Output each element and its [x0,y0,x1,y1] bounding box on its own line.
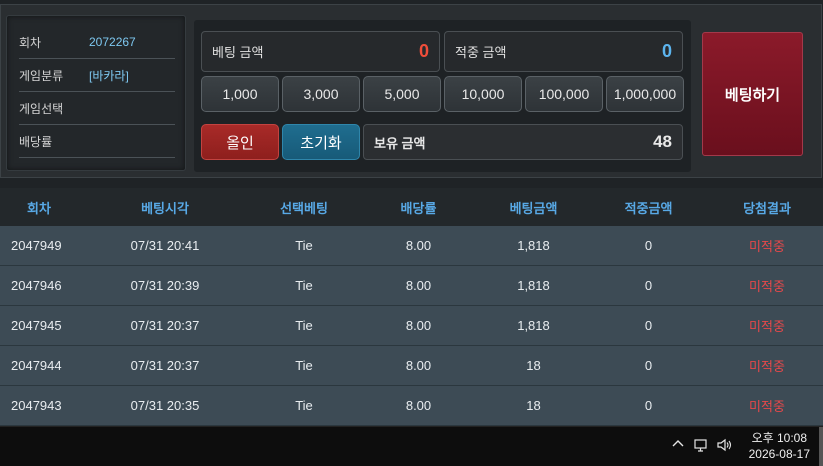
cell-bet-amount: 1,818 [517,278,550,293]
cell-win-amount: 0 [644,278,653,293]
round-value: 2072267 [89,35,136,49]
cell-bet-amount: 1,818 [517,238,550,253]
cell-win-amount: 0 [644,398,653,413]
win-amount-value: 0 [661,41,672,61]
cell-bet-time: 07/31 20:37 [130,318,200,333]
clock-time: 오후 10:08 [751,431,808,445]
cell-bet-amount: 18 [526,398,541,413]
cell-result: 미적중 [749,279,785,294]
bet-controls: 베팅 금액 0 적중 금액 0 1,000 3,000 5,000 10,000… [194,20,691,172]
header-win-amount: 적중금액 [624,200,673,216]
odds-label: 배당률 [19,134,53,149]
bet-amount-box: 베팅 금액 0 [201,31,440,72]
cell-selection: Tie [295,318,313,333]
cell-odds: 8.00 [405,238,432,253]
system-clock[interactable]: 오후 10:08 2026-08-17 [749,430,810,462]
category-label: 게임분류 [19,68,64,83]
chip-button-1000000[interactable]: 1,000,000 [606,76,684,112]
win-amount-label: 적중 금액 [455,45,507,60]
cell-win-amount: 0 [644,318,653,333]
cell-bet-amount: 18 [526,358,541,373]
bet-history-table: 회차 베팅시각 선택베팅 배당률 베팅금액 적중금액 당첨결과 2047949 … [0,188,823,426]
cell-result: 미적중 [749,239,785,254]
betting-panel: 회차 2072267 게임분류 [바카라] 게임선택 배당률 베팅 금액 0 적… [0,4,822,178]
cell-result: 미적중 [749,319,785,334]
info-row-category: 게임분류 [바카라] [19,59,175,92]
cell-result: 미적중 [749,399,785,414]
info-row-round: 회차 2072267 [19,26,175,59]
header-bet-time: 베팅시각 [141,200,189,216]
header-bet-amount: 베팅금액 [509,200,558,216]
game-info-box: 회차 2072267 게임분류 [바카라] 게임선택 배당률 [6,15,186,171]
cell-round: 2047946 [11,278,62,293]
cell-bet-time: 07/31 20:35 [130,398,200,413]
chip-button-10000[interactable]: 10,000 [444,76,522,112]
cell-round: 2047949 [11,238,62,253]
header-odds: 배당률 [400,200,437,216]
balance-value: 48 [653,132,672,151]
cell-bet-amount: 1,818 [517,318,550,333]
category-value: [바카라] [89,68,129,83]
table-row: 2047946 07/31 20:39 Tie 8.00 1,818 0 미적중 [0,266,823,306]
win-amount-box: 적중 금액 0 [444,31,683,72]
clock-date: 2026-08-17 [748,447,810,461]
cell-round: 2047944 [11,358,62,373]
cell-selection: Tie [295,278,313,293]
header-selection: 선택베팅 [280,200,328,216]
cell-round: 2047945 [11,318,62,333]
info-row-odds: 배당률 [19,125,175,158]
chip-button-5000[interactable]: 5,000 [363,76,441,112]
cell-odds: 8.00 [405,318,432,333]
table-row: 2047943 07/31 20:35 Tie 8.00 18 0 미적중 [0,386,823,426]
table-header: 회차 베팅시각 선택베팅 배당률 베팅금액 적중금액 당첨결과 [0,188,823,226]
reset-button[interactable]: 초기화 [282,124,360,160]
cell-selection: Tie [295,398,313,413]
chip-button-100000[interactable]: 100,000 [525,76,603,112]
cell-selection: Tie [295,238,313,253]
bet-amount-value: 0 [418,41,429,61]
header-round: 회차 [27,200,51,216]
windows-taskbar: 오후 10:08 2026-08-17 [0,426,823,466]
cell-odds: 8.00 [405,358,432,373]
bet-amount-label: 베팅 금액 [212,45,264,60]
table-row: 2047944 07/31 20:37 Tie 8.00 18 0 미적중 [0,346,823,386]
cell-selection: Tie [295,358,313,373]
network-icon[interactable] [693,437,709,457]
cell-odds: 8.00 [405,398,432,413]
cell-bet-time: 07/31 20:39 [130,278,200,293]
place-bet-button[interactable]: 베팅하기 [702,32,803,156]
round-label: 회차 [19,35,42,50]
cell-bet-time: 07/31 20:37 [130,358,200,373]
show-desktop-button[interactable] [819,427,823,466]
header-result: 당첨결과 [743,200,791,216]
table-row: 2047949 07/31 20:41 Tie 8.00 1,818 0 미적중 [0,226,823,266]
cell-result: 미적중 [749,359,785,374]
all-in-button[interactable]: 올인 [201,124,279,160]
cell-odds: 8.00 [405,278,432,293]
volume-icon[interactable] [716,437,734,457]
chip-button-1000[interactable]: 1,000 [201,76,279,112]
table-row: 2047945 07/31 20:37 Tie 8.00 1,818 0 미적중 [0,306,823,346]
chip-button-3000[interactable]: 3,000 [282,76,360,112]
balance-box: 보유 금액 48 [363,124,683,160]
chevron-up-icon[interactable] [671,437,685,455]
info-row-selection: 게임선택 [19,92,175,125]
selection-label: 게임선택 [19,101,64,116]
balance-label: 보유 금액 [374,135,426,151]
cell-bet-time: 07/31 20:41 [130,238,200,253]
cell-win-amount: 0 [644,358,653,373]
cell-win-amount: 0 [644,238,653,253]
cell-round: 2047943 [11,398,62,413]
